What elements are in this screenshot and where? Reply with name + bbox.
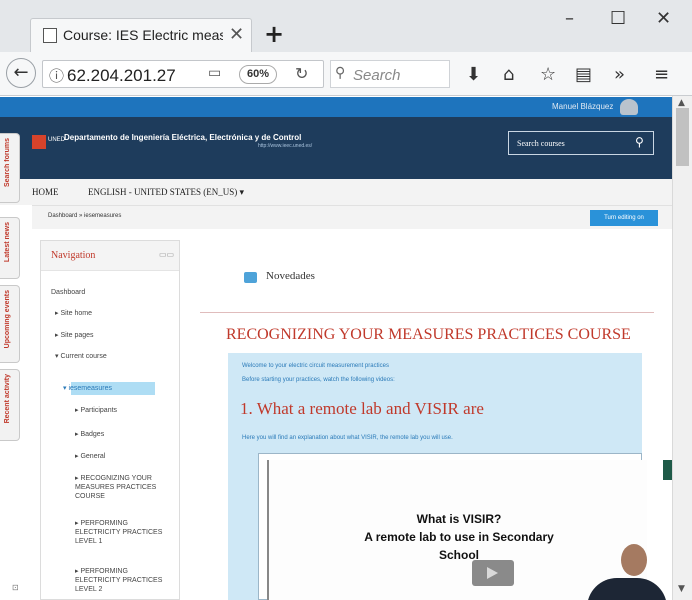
- nav-item-iesemeasures[interactable]: ▾ iesemeasures: [63, 384, 112, 393]
- menu-icon[interactable]: ≡: [654, 64, 669, 85]
- search-input[interactable]: ⚲ Search: [330, 60, 450, 88]
- new-tab-button[interactable]: +: [264, 20, 284, 48]
- nav-item-general[interactable]: ▸ General: [75, 452, 105, 461]
- scroll-down-icon[interactable]: ▼: [678, 584, 685, 594]
- maximize-icon[interactable]: ☐: [610, 8, 626, 29]
- breadcrumb[interactable]: Dashboard » iesemeasures: [48, 213, 121, 219]
- block-actions-icon[interactable]: ▭▭: [159, 250, 174, 259]
- nav-item-site-home[interactable]: ▸ Site home: [55, 309, 92, 318]
- logo-icon[interactable]: [32, 135, 46, 149]
- navigation-block: Navigation ▭▭ Dashboard ▸ Site home ▸ Si…: [40, 240, 180, 600]
- zoom-level[interactable]: 60%: [239, 65, 277, 84]
- section-heading: 1. What a remote lab and VISIR are: [240, 399, 484, 418]
- navigation-title: Navigation: [51, 250, 96, 261]
- course-heading: RECOGNIZING YOUR MEASURES PRACTICES COUR…: [226, 326, 631, 343]
- section-card: Welcome to your electric circuit measure…: [228, 353, 672, 600]
- side-tab-search-forums[interactable]: Search forums: [0, 133, 20, 203]
- course-search-input[interactable]: Search courses ⚲: [508, 131, 654, 155]
- nav-item-participants[interactable]: ▸ Participants: [75, 406, 117, 415]
- side-tab-recent-activity[interactable]: Recent activity: [0, 369, 20, 441]
- minimize-icon[interactable]: –: [565, 8, 574, 29]
- course-search-placeholder: Search courses: [517, 139, 565, 148]
- side-tab-label: Search forums: [4, 138, 11, 188]
- nav-item-site-pages[interactable]: ▸ Site pages: [55, 331, 94, 340]
- presenter-image: [621, 544, 647, 576]
- nav-item-recognizing[interactable]: ▸ RECOGNIZING YOUR MEASURES PRACTICES CO…: [75, 474, 175, 501]
- search-icon[interactable]: ⚲: [635, 135, 644, 149]
- reload-icon[interactable]: ↻: [295, 64, 308, 83]
- back-button[interactable]: ←: [6, 58, 36, 88]
- divider: [200, 312, 654, 313]
- search-icon: ⚲: [335, 65, 346, 81]
- news-forum-link[interactable]: Novedades: [266, 270, 315, 282]
- dock-icon[interactable]: ⊡: [12, 583, 19, 592]
- department-url[interactable]: http://www.ieec.uned.es/: [258, 143, 312, 149]
- side-tab-upcoming-events[interactable]: Upcoming events: [0, 285, 20, 363]
- nav-item-badges[interactable]: ▸ Badges: [75, 430, 104, 439]
- language-menu[interactable]: ENGLISH - UNITED STATES (EN_US) ▾: [88, 187, 244, 198]
- video-title-line: What is VISIR?: [416, 512, 502, 526]
- side-tab-label: Upcoming events: [4, 290, 11, 349]
- turn-editing-on-button[interactable]: Turn editing on: [590, 210, 658, 226]
- tab-bar: Course: IES Electric measures ✕ + – ☐ ✕: [0, 0, 692, 52]
- scroll-up-icon[interactable]: ▲: [678, 98, 685, 108]
- welcome-text: Welcome to your electric circuit measure…: [242, 363, 389, 369]
- user-bar: Manuel Blázquez: [0, 97, 672, 117]
- overflow-icon[interactable]: »: [614, 64, 625, 85]
- page-viewport: Manuel Blázquez UNED Departamento de Ing…: [0, 97, 672, 600]
- star-icon[interactable]: ☆: [540, 64, 556, 85]
- reading-list-icon[interactable]: ▤: [575, 64, 592, 85]
- presenter-body: [587, 578, 667, 600]
- address-bar[interactable]: ⓘ 62.204.201.27 ▭ 60% ↻: [42, 60, 324, 88]
- site-info-icon[interactable]: ⓘ: [49, 65, 64, 86]
- instructions-text: Before starting your practices, watch th…: [242, 377, 395, 383]
- nav-item-performing-1[interactable]: ▸ PERFORMING ELECTRICITY PRACTICES LEVEL…: [75, 519, 175, 546]
- section-text: Here you will find an explanation about …: [242, 435, 453, 441]
- download-icon[interactable]: ⬇: [466, 64, 481, 85]
- browser-tab[interactable]: Course: IES Electric measures ✕: [30, 18, 252, 52]
- nav-item-dashboard[interactable]: Dashboard: [51, 288, 85, 297]
- search-placeholder: Search: [353, 67, 401, 84]
- close-tab-icon[interactable]: ✕: [229, 24, 244, 45]
- scrollbar-thumb[interactable]: [676, 108, 689, 166]
- url-text: 62.204.201.27: [67, 66, 176, 85]
- side-tab-latest-news[interactable]: Latest news: [0, 217, 20, 279]
- forum-icon: [244, 272, 257, 283]
- play-button[interactable]: [472, 560, 514, 586]
- close-window-icon[interactable]: ✕: [656, 8, 671, 29]
- video-player[interactable]: What is VISIR? A remote lab to use in Se…: [258, 453, 672, 600]
- scrollbar[interactable]: ▲ ▼: [672, 96, 692, 600]
- avatar[interactable]: [620, 99, 638, 115]
- browser-toolbar: ← ⓘ 62.204.201.27 ▭ 60% ↻ ⚲ Search ⬇ ⌂ ☆…: [0, 52, 692, 96]
- page-icon: [43, 28, 57, 43]
- menu-home-link[interactable]: HOME: [32, 187, 59, 197]
- breadcrumb-bar: Dashboard » iesemeasures Turn editing on: [32, 205, 672, 229]
- site-header: UNED Departamento de Ingeniería Eléctric…: [0, 117, 672, 179]
- side-tab-label: Latest news: [4, 222, 11, 263]
- department-title[interactable]: Departamento de Ingeniería Eléctrica, El…: [64, 133, 301, 142]
- custom-menu: HOME ENGLISH - UNITED STATES (EN_US) ▾: [0, 179, 672, 205]
- reader-view-icon[interactable]: ▭: [208, 65, 221, 81]
- nav-item-performing-2[interactable]: ▸ PERFORMING ELECTRICITY PRACTICES LEVEL…: [75, 567, 175, 594]
- logo-text: UNED: [48, 137, 66, 143]
- nav-item-current-course[interactable]: ▾ Current course: [55, 352, 107, 361]
- navigation-header: Navigation ▭▭: [41, 241, 179, 271]
- home-icon[interactable]: ⌂: [503, 64, 514, 85]
- video-frame: What is VISIR? A remote lab to use in Se…: [267, 460, 667, 600]
- play-icon: [487, 567, 498, 579]
- video-side-bar: [663, 460, 672, 480]
- video-title-line: School: [438, 548, 479, 562]
- video-title-line: A remote lab to use in Secondary: [364, 530, 554, 544]
- side-tab-label: Recent activity: [4, 374, 11, 424]
- user-name[interactable]: Manuel Blázquez: [552, 102, 613, 111]
- tab-title: Course: IES Electric measures: [63, 27, 223, 43]
